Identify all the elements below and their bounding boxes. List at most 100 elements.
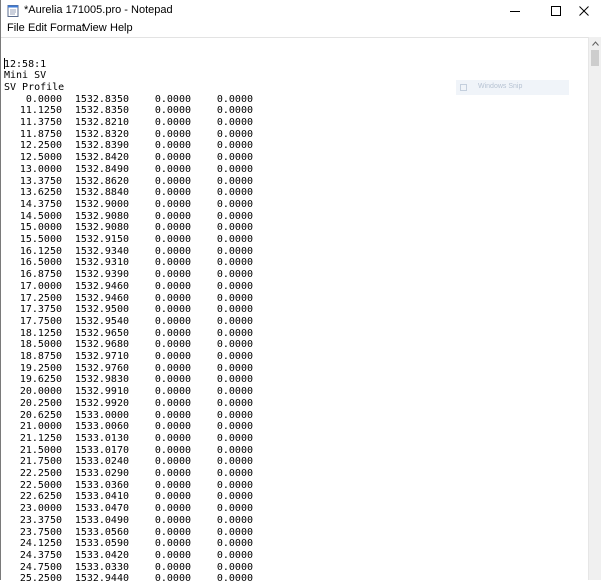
depth-cell: 21.5000 bbox=[19, 444, 62, 456]
col3-cell: 0.0000 bbox=[154, 339, 191, 351]
vertical-scrollbar[interactable] bbox=[588, 37, 601, 580]
velocity-cell: 1532.8420 bbox=[74, 152, 129, 164]
depth-cell: 23.0000 bbox=[19, 503, 62, 515]
depth-cell: 19.2500 bbox=[19, 362, 62, 374]
data-row: 11.1250 1532.8350 0.0000 0.0000 bbox=[1, 105, 301, 117]
data-row: 22.5000 1533.0360 0.0000 0.0000 bbox=[1, 480, 301, 492]
depth-cell: 16.1250 bbox=[19, 245, 62, 257]
velocity-cell: 1532.9650 bbox=[74, 327, 129, 339]
depth-cell: 16.8750 bbox=[19, 269, 62, 281]
col3-cell: 0.0000 bbox=[154, 514, 191, 526]
col4-cell: 0.0000 bbox=[216, 514, 253, 526]
snip-icon bbox=[460, 84, 467, 91]
col3-cell: 0.0000 bbox=[154, 152, 191, 164]
depth-cell: 25.2500 bbox=[19, 573, 62, 581]
menu-help[interactable]: Help bbox=[110, 22, 133, 34]
data-row: 17.0000 1532.9460 0.0000 0.0000 bbox=[1, 281, 301, 293]
menu-format[interactable]: Format bbox=[50, 22, 85, 34]
col4-cell: 0.0000 bbox=[216, 374, 253, 386]
depth-cell: 13.6250 bbox=[19, 187, 62, 199]
velocity-cell: 1532.8390 bbox=[74, 140, 129, 152]
velocity-cell: 1533.0330 bbox=[74, 561, 129, 573]
velocity-cell: 1532.9150 bbox=[74, 234, 129, 245]
data-row: 21.5000 1533.0170 0.0000 0.0000 bbox=[1, 445, 301, 457]
velocity-cell: 1532.8620 bbox=[74, 175, 129, 187]
depth-cell: 21.0000 bbox=[19, 421, 62, 433]
menu-file[interactable]: File bbox=[7, 22, 25, 34]
col4-cell: 0.0000 bbox=[216, 491, 253, 503]
col4-cell: 0.0000 bbox=[216, 292, 253, 304]
col3-cell: 0.0000 bbox=[154, 351, 191, 362]
col4-cell: 0.0000 bbox=[216, 386, 253, 398]
depth-cell: 13.3750 bbox=[19, 175, 62, 187]
col4-cell: 0.0000 bbox=[216, 128, 253, 140]
col3-cell: 0.0000 bbox=[154, 409, 191, 421]
col4-cell: 0.0000 bbox=[216, 234, 253, 245]
data-row: 13.3750 1532.8620 0.0000 0.0000 bbox=[1, 176, 301, 188]
velocity-cell: 1533.0420 bbox=[74, 549, 129, 561]
depth-cell: 12.5000 bbox=[19, 152, 62, 164]
depth-cell: 22.5000 bbox=[19, 479, 62, 491]
col4-cell: 0.0000 bbox=[216, 269, 253, 281]
data-row: 15.5000 1532.9150 0.0000 0.0000 bbox=[1, 234, 301, 246]
depth-cell: 24.3750 bbox=[19, 549, 62, 561]
col4-cell: 0.0000 bbox=[216, 397, 253, 409]
col4-cell: 0.0000 bbox=[216, 526, 253, 538]
col4-cell: 0.0000 bbox=[216, 538, 253, 550]
col4-cell: 0.0000 bbox=[216, 362, 253, 374]
header-line: SV Profile bbox=[4, 81, 65, 93]
col4-cell: 0.0000 bbox=[216, 304, 253, 316]
depth-cell: 21.7500 bbox=[19, 456, 62, 468]
col4-cell: 0.0000 bbox=[216, 222, 253, 234]
velocity-cell: 1532.9500 bbox=[74, 304, 129, 316]
depth-cell: 20.0000 bbox=[19, 386, 62, 398]
close-icon bbox=[579, 5, 589, 16]
depth-cell: 16.5000 bbox=[19, 257, 62, 269]
snip-overlay-label: Windows Snip bbox=[478, 83, 523, 90]
col3-cell: 0.0000 bbox=[154, 187, 191, 199]
data-row: 15.0000 1532.9080 0.0000 0.0000 bbox=[1, 222, 301, 234]
col4-cell: 0.0000 bbox=[216, 561, 253, 573]
minimize-icon bbox=[510, 10, 520, 12]
velocity-cell: 1532.9830 bbox=[74, 374, 129, 386]
data-row: 21.0000 1533.0060 0.0000 0.0000 bbox=[1, 421, 301, 433]
velocity-cell: 1532.8350 bbox=[74, 105, 129, 117]
menu-edit[interactable]: Edit bbox=[28, 22, 47, 34]
col4-cell: 0.0000 bbox=[216, 409, 253, 421]
col3-cell: 0.0000 bbox=[154, 327, 191, 339]
menu-view[interactable]: View bbox=[83, 22, 107, 34]
col3-cell: 0.0000 bbox=[154, 526, 191, 538]
text-editor[interactable]: 12:58:1 Mini SV SV Profile 0.0000 1532.8350 0… bbox=[1, 37, 588, 581]
col4-cell: 0.0000 bbox=[216, 456, 253, 468]
depth-cell: 22.2500 bbox=[19, 468, 62, 479]
velocity-cell: 1532.9390 bbox=[74, 269, 129, 281]
data-row: 24.1250 1533.0590 0.0000 0.0000 bbox=[1, 538, 301, 550]
data-row: 17.7500 1532.9540 0.0000 0.0000 bbox=[1, 316, 301, 328]
col4-cell: 0.0000 bbox=[216, 339, 253, 351]
scrollbar-thumb[interactable] bbox=[591, 50, 599, 66]
depth-cell: 12.2500 bbox=[19, 140, 62, 152]
title-bar[interactable]: *Aurelia 171005.pro - Notepad bbox=[1, 0, 601, 21]
col3-cell: 0.0000 bbox=[154, 198, 191, 210]
velocity-cell: 1533.0290 bbox=[74, 468, 129, 479]
col3-cell: 0.0000 bbox=[154, 234, 191, 245]
close-button[interactable] bbox=[567, 0, 601, 21]
col4-cell: 0.0000 bbox=[216, 573, 253, 581]
col3-cell: 0.0000 bbox=[154, 315, 191, 327]
col3-cell: 0.0000 bbox=[154, 175, 191, 187]
minimize-button[interactable] bbox=[498, 0, 532, 21]
col3-cell: 0.0000 bbox=[154, 362, 191, 374]
col4-cell: 0.0000 bbox=[216, 432, 253, 444]
velocity-cell: 1533.0410 bbox=[74, 491, 129, 503]
velocity-cell: 1532.9760 bbox=[74, 362, 129, 374]
window-title: *Aurelia 171005.pro - Notepad bbox=[24, 4, 173, 16]
data-row: 24.3750 1533.0420 0.0000 0.0000 bbox=[1, 550, 301, 562]
velocity-cell: 1532.9440 bbox=[74, 573, 129, 581]
col4-cell: 0.0000 bbox=[216, 117, 253, 128]
col3-cell: 0.0000 bbox=[154, 538, 191, 550]
col4-cell: 0.0000 bbox=[216, 479, 253, 491]
col4-cell: 0.0000 bbox=[216, 140, 253, 152]
col3-cell: 0.0000 bbox=[154, 105, 191, 117]
col3-cell: 0.0000 bbox=[154, 128, 191, 140]
scroll-up-button[interactable] bbox=[589, 37, 601, 49]
